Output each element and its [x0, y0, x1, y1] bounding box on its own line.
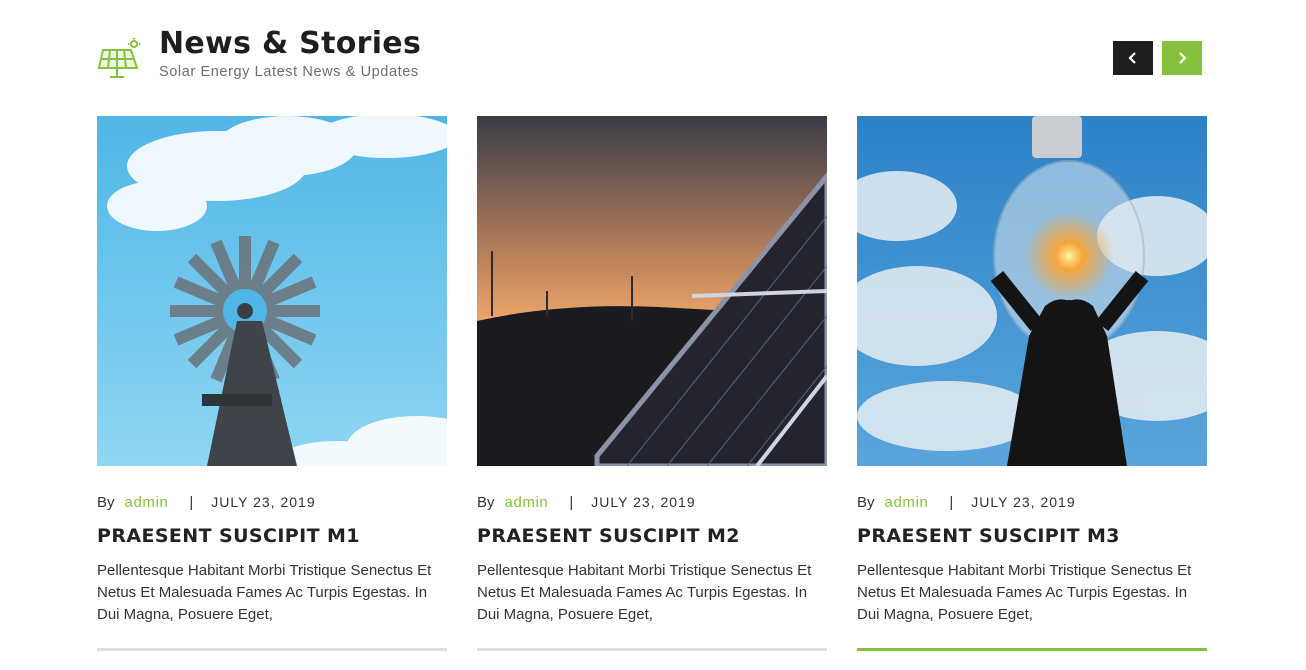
next-slide-button[interactable] — [1162, 41, 1202, 75]
author-link[interactable]: admin — [125, 494, 169, 511]
by-label: By — [857, 493, 875, 511]
post-meta: By admin | JULY 23, 2019 — [857, 493, 1207, 511]
chevron-right-icon — [1179, 52, 1187, 64]
by-label: By — [477, 493, 495, 511]
post-excerpt: Pellentesque Habitant Morbi Tristique Se… — [477, 562, 812, 623]
post-title[interactable]: PRAESENT SUSCIPIT M1 — [97, 525, 447, 547]
news-card: By admin | JULY 23, 2019 PRAESENT SUSCIP… — [477, 116, 827, 651]
section-header: News & Stories Solar Energy Latest News … — [97, 26, 1207, 86]
news-card: By admin | JULY 23, 2019 PRAESENT SUSCIP… — [97, 116, 447, 651]
post-date: JULY 23, 2019 — [971, 494, 1076, 510]
author-link[interactable]: admin — [885, 494, 929, 511]
page-title: News & Stories — [159, 26, 422, 61]
post-title[interactable]: PRAESENT SUSCIPIT M2 — [477, 525, 827, 547]
meta-separator: | — [569, 493, 574, 511]
post-title[interactable]: PRAESENT SUSCIPIT M3 — [857, 525, 1207, 547]
chevron-left-icon — [1128, 52, 1136, 64]
page-subtitle: Solar Energy Latest News & Updates — [159, 64, 419, 80]
windmill-sky-image[interactable] — [97, 116, 447, 466]
post-excerpt: Pellentesque Habitant Morbi Tristique Se… — [857, 562, 1192, 623]
author-link[interactable]: admin — [505, 494, 549, 511]
meta-separator: | — [189, 493, 194, 511]
meta-separator: | — [949, 493, 954, 511]
card-underline — [477, 648, 827, 651]
card-underline-active — [857, 648, 1207, 651]
man-holding-lightbulb-image[interactable] — [857, 116, 1207, 466]
post-date: JULY 23, 2019 — [591, 494, 696, 510]
card-underline — [97, 648, 447, 651]
post-meta: By admin | JULY 23, 2019 — [477, 493, 827, 511]
news-card: By admin | JULY 23, 2019 PRAESENT SUSCIP… — [857, 116, 1207, 651]
post-date: JULY 23, 2019 — [211, 494, 316, 510]
post-excerpt: Pellentesque Habitant Morbi Tristique Se… — [97, 562, 432, 623]
by-label: By — [97, 493, 115, 511]
post-meta: By admin | JULY 23, 2019 — [97, 493, 447, 511]
prev-slide-button[interactable] — [1113, 41, 1153, 75]
solar-panel-icon — [97, 38, 141, 78]
solar-panel-sunset-image[interactable] — [477, 116, 827, 466]
